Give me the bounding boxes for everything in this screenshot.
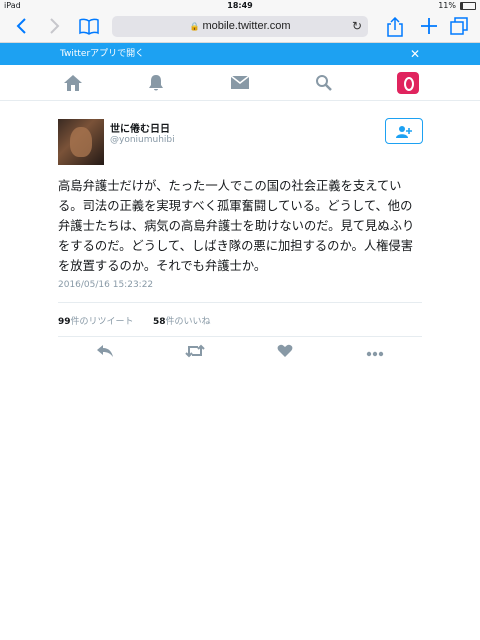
divider [58,336,422,337]
new-tab-icon[interactable] [418,17,440,37]
retweet-icon[interactable] [184,343,206,363]
avatar[interactable] [58,119,104,165]
display-name[interactable]: 世に倦む日日 [110,120,170,135]
search-icon[interactable] [314,74,334,92]
tweet-text: 高島弁護士だけが、たった一人でこの国の社会正義を支えてい る。司法の正義を実現す… [58,176,428,276]
screen-name[interactable]: @yoniumuhibi [110,135,175,145]
retweet-label: 件のリツイート [70,317,134,327]
messages-icon[interactable] [230,74,250,92]
status-bar: iPad 18:49 11% [0,0,480,12]
battery-percent: 11% [438,1,456,10]
status-right: 11% [438,0,476,12]
battery-icon [460,2,476,10]
twitter-nav [0,66,480,101]
open-in-app-banner[interactable]: Twitterアプリで開く ✕ [0,43,480,65]
tweet-line: をするのだ。どうして、しばき隊の悪に加担するのか。人権侵害 [58,239,414,253]
tweet-line: 弁護士たちは、病気の高島弁護士を助けないのだ。見て見ぬふり [58,219,415,233]
open-in-app-link[interactable]: Twitterアプリで開く [60,43,144,65]
share-icon[interactable] [384,16,406,37]
tweet-line: 高島弁護士だけが、たった一人でこの国の社会正義を支えてい [58,179,402,193]
follow-button[interactable] [385,118,423,144]
notifications-icon[interactable] [146,74,166,92]
close-icon[interactable]: ✕ [410,43,420,65]
tweet-line: る。司法の正義を実現すべく孤軍奮闘している。どうして、他の [58,199,413,213]
clock: 18:49 [227,1,253,10]
reply-icon[interactable] [94,343,116,363]
like-count: 58 [153,317,166,327]
back-icon[interactable] [10,17,32,37]
address-bar[interactable]: 🔒 mobile.twitter.com ↻ [112,16,368,37]
like-count-link[interactable]: 58件のいいね [153,314,211,327]
like-label: 件のいいね [165,317,211,327]
tabs-icon[interactable] [448,17,470,37]
tweet-line: を放置するのか。それでも弁護士か。 [58,259,267,273]
home-icon[interactable] [63,74,83,92]
browser-toolbar: 🔒 mobile.twitter.com ↻ [0,12,480,43]
lock-icon: 🔒 [189,22,200,31]
retweet-count: 99 [58,317,71,327]
url-text: mobile.twitter.com [202,20,291,32]
reload-icon[interactable]: ↻ [352,16,362,37]
divider [58,302,422,303]
profile-icon[interactable] [397,72,419,94]
retweet-count-link[interactable]: 99件のリツイート [58,314,134,327]
add-user-icon [396,125,412,138]
more-icon[interactable] [364,343,386,363]
tweet-timestamp[interactable]: 2016/05/16 15:23:22 [58,280,153,290]
bookmarks-icon[interactable] [78,17,100,37]
like-icon[interactable] [274,343,296,363]
forward-icon[interactable] [44,17,66,37]
